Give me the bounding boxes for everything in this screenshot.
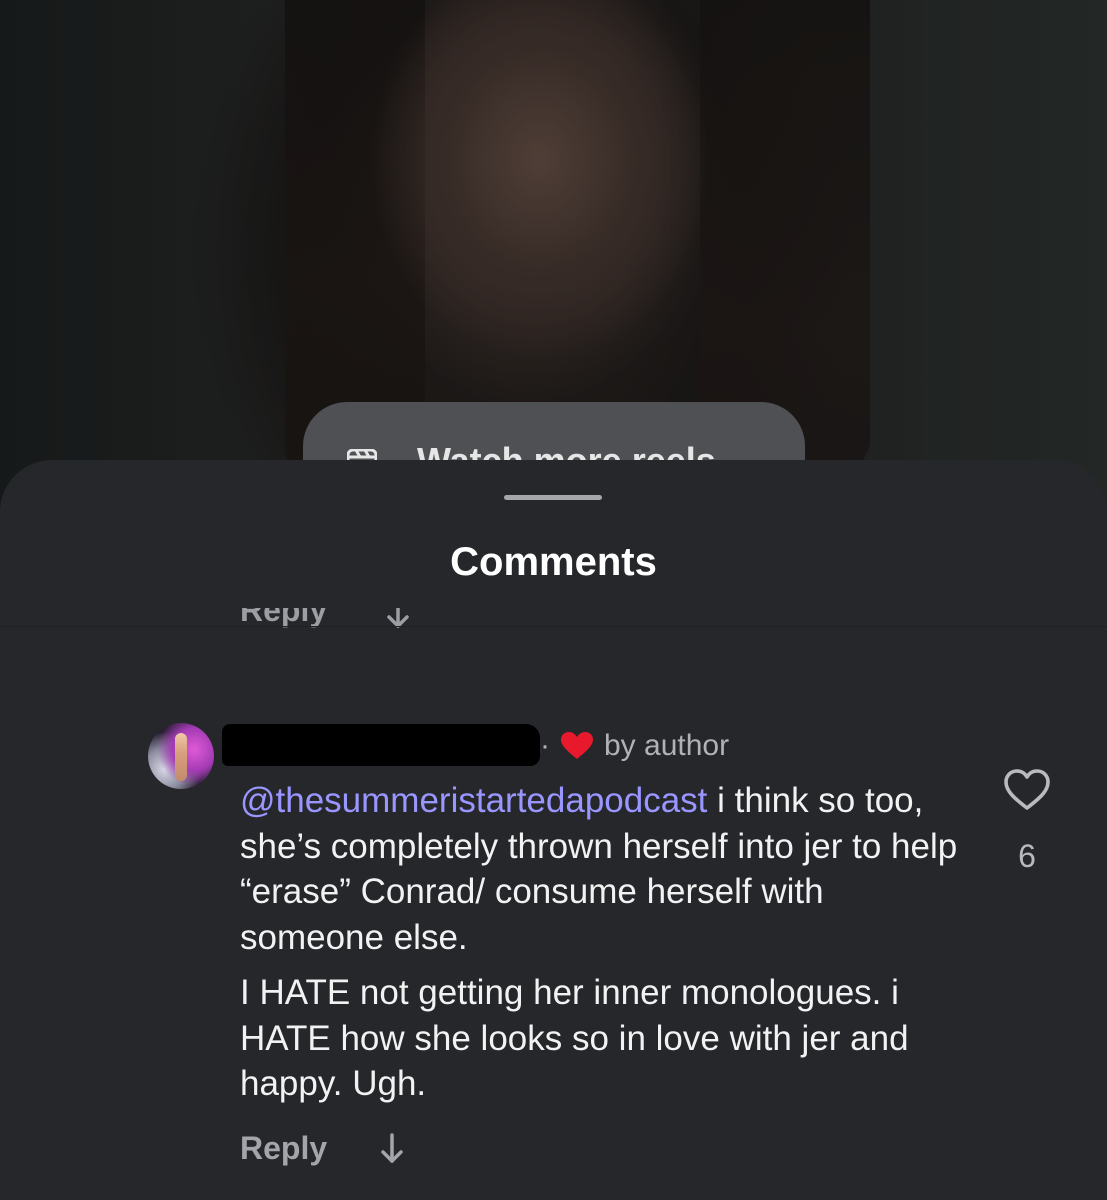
comment-paragraph-1: @thesummeristartedapodcast i think so to… <box>240 778 960 960</box>
reply-row: Reply <box>240 1130 405 1167</box>
heart-filled-icon <box>561 732 593 759</box>
previous-reply-row[interactable]: Reply <box>240 608 411 638</box>
comment-paragraph-2: I HATE not getting her inner monologues.… <box>240 973 909 1103</box>
comment-meta-row: · by author <box>540 728 729 764</box>
like-count: 6 <box>1018 838 1036 874</box>
meta-separator: · <box>540 729 550 762</box>
reply-button[interactable]: Reply <box>240 1130 327 1167</box>
arrow-down-icon[interactable] <box>379 1132 405 1165</box>
commenter-avatar[interactable] <box>148 723 214 789</box>
heart-outline-icon[interactable] <box>1003 768 1051 812</box>
reels-screen: Watch more reels Comments Reply · by aut… <box>0 0 1107 1200</box>
sheet-header-divider <box>0 626 1107 627</box>
mention-link[interactable]: @thesummeristartedapodcast <box>240 781 707 820</box>
avatar-figure <box>175 733 187 781</box>
previous-reply-label[interactable]: Reply <box>240 608 327 626</box>
sheet-grabber-handle[interactable] <box>504 495 602 500</box>
sheet-title: Comments <box>450 540 657 584</box>
comment-text: @thesummeristartedapodcast i think so to… <box>240 778 960 1107</box>
redacted-username[interactable] <box>222 724 540 766</box>
author-badge-text: by author <box>604 729 730 762</box>
